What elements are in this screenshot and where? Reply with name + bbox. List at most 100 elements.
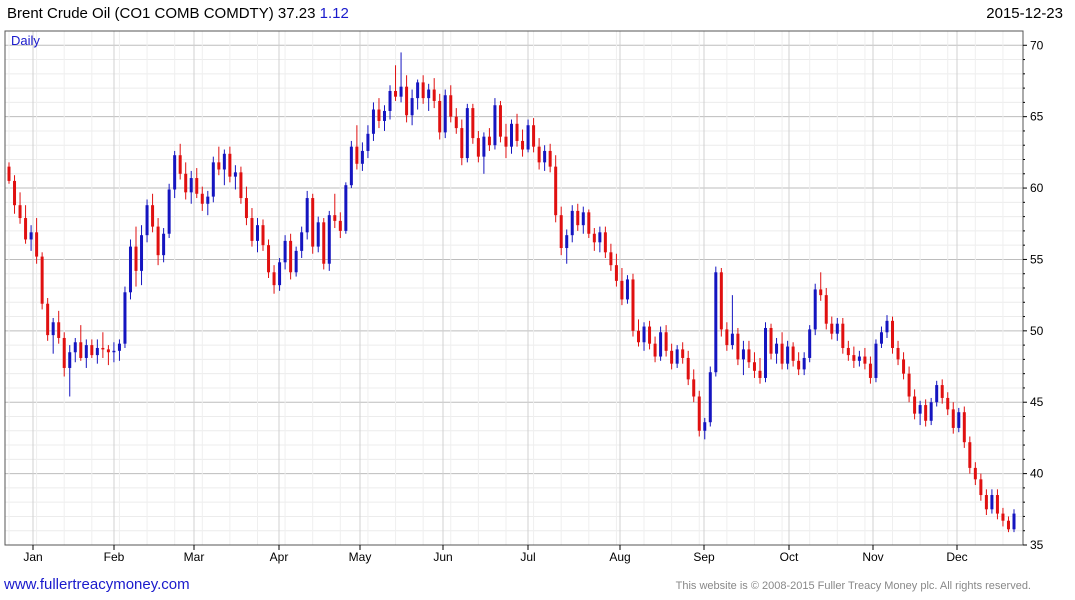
candle-body xyxy=(603,232,607,253)
candle-body xyxy=(620,280,624,300)
candle xyxy=(189,170,193,204)
candle-body xyxy=(1001,513,1005,521)
candle xyxy=(951,402,955,434)
candle xyxy=(267,239,271,279)
candle-body xyxy=(388,90,392,111)
candle xyxy=(874,339,878,383)
candle xyxy=(730,295,734,350)
candle-body xyxy=(40,256,44,304)
candle-body xyxy=(360,150,364,164)
candle-body xyxy=(797,360,801,370)
candle-body xyxy=(84,345,88,358)
candle xyxy=(51,317,55,354)
candle-body xyxy=(907,373,911,397)
candle-body xyxy=(769,327,773,354)
candle-body xyxy=(278,262,282,286)
candle xyxy=(1006,516,1010,533)
candle-body xyxy=(476,138,480,157)
price-change: 1.12 xyxy=(319,5,349,22)
candle-body xyxy=(902,359,906,374)
candle-body xyxy=(449,95,453,117)
website-link[interactable]: www.fullertreacymoney.com xyxy=(4,576,190,593)
candle xyxy=(559,206,563,256)
candle xyxy=(835,317,839,341)
candle xyxy=(195,168,199,199)
candle xyxy=(233,165,237,190)
candle-body xyxy=(289,240,293,273)
candle-body xyxy=(670,350,674,364)
candle-body xyxy=(764,327,768,378)
candle xyxy=(868,356,872,384)
candle-body xyxy=(371,109,375,134)
candle-body xyxy=(891,320,895,348)
candle xyxy=(510,119,513,154)
candle-body xyxy=(780,343,784,364)
candle xyxy=(239,166,243,204)
candle-body xyxy=(432,89,436,101)
candle-body xyxy=(741,349,745,360)
candle-body xyxy=(29,232,33,240)
y-tick-label: 60 xyxy=(1030,181,1044,195)
candle-body xyxy=(747,349,751,363)
candle-body xyxy=(338,220,342,231)
candle xyxy=(708,366,712,427)
candle-body xyxy=(659,332,663,357)
candle-body xyxy=(532,125,536,147)
candle-body xyxy=(382,110,386,121)
candle xyxy=(896,340,900,366)
candle xyxy=(68,345,72,397)
candle xyxy=(438,93,442,140)
candle-body xyxy=(90,345,94,356)
candle xyxy=(145,199,149,243)
candle xyxy=(493,98,497,150)
candle-body xyxy=(333,215,337,221)
candle-body xyxy=(117,343,121,351)
candle xyxy=(289,233,293,280)
candle-body xyxy=(95,347,99,356)
candle xyxy=(609,243,613,271)
candle xyxy=(167,183,171,239)
candle-body xyxy=(327,215,331,264)
candle-body xyxy=(896,347,900,360)
candle-body xyxy=(222,153,226,170)
chart-grid xyxy=(5,31,1023,545)
candle-body xyxy=(642,326,646,343)
candle xyxy=(592,228,596,251)
candle-body xyxy=(24,218,28,240)
candle xyxy=(725,322,729,351)
candle-body xyxy=(775,343,779,354)
candle-body xyxy=(349,146,353,186)
candle-body xyxy=(995,495,999,514)
candle-body xyxy=(543,150,547,163)
candle xyxy=(548,143,552,173)
candle-body xyxy=(879,332,883,344)
candle xyxy=(857,350,861,367)
chart-date: 2015-12-23 xyxy=(986,5,1063,22)
candle xyxy=(719,268,723,337)
candle xyxy=(631,273,635,337)
candle xyxy=(565,229,569,264)
candle-body xyxy=(813,289,817,330)
x-tick-label: Mar xyxy=(184,550,205,564)
chart-axes: 35 40 45 50 55 60 65 70 Jan Feb Mar Apr May Jun Jul Aug… xyxy=(4,30,1044,564)
candle xyxy=(697,390,701,437)
candle-body xyxy=(819,289,823,296)
candle xyxy=(46,297,50,341)
candle-body xyxy=(405,86,409,116)
candle-body xyxy=(355,146,359,164)
candle-body xyxy=(178,155,182,174)
candle xyxy=(416,79,420,110)
candle xyxy=(421,75,425,104)
candle-body xyxy=(968,442,972,468)
instrument-symbol: (CO1 COMB COMDTY) xyxy=(114,5,274,22)
candle-body xyxy=(460,128,464,159)
candle-body xyxy=(808,329,812,358)
y-tick-label: 35 xyxy=(1030,538,1044,552)
x-tick-label: Sep xyxy=(693,550,715,564)
candle xyxy=(151,193,155,233)
candle-body xyxy=(868,363,872,378)
candle xyxy=(841,317,845,354)
candle-body xyxy=(162,233,166,256)
candle xyxy=(686,350,690,386)
candle-body xyxy=(664,332,668,351)
